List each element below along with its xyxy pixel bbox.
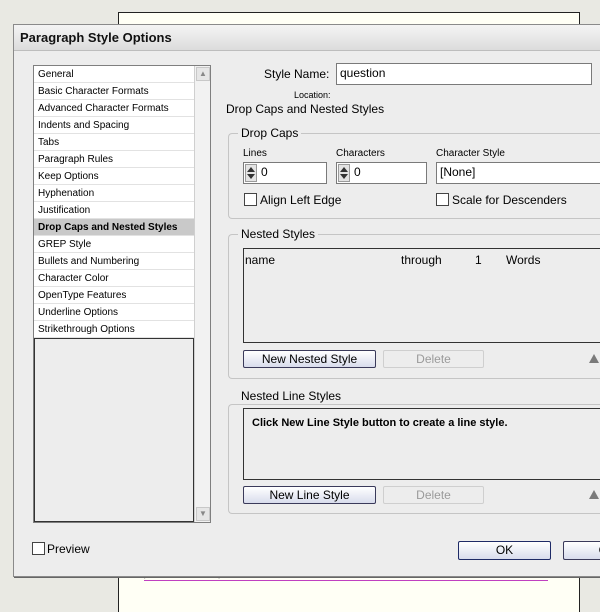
nested-style-name-cell[interactable]: name bbox=[245, 253, 275, 267]
category-item[interactable]: Paragraph Rules bbox=[34, 151, 194, 168]
category-item[interactable]: Drop Caps and Nested Styles bbox=[34, 219, 194, 236]
delete-line-style-button[interactable]: Delete bbox=[383, 486, 484, 504]
category-item[interactable]: Strikethrough Options bbox=[34, 321, 194, 338]
nested-style-count-cell[interactable]: 1 bbox=[475, 253, 482, 267]
cancel-button[interactable]: Ca bbox=[563, 541, 600, 560]
scale-for-descenders-label: Scale for Descenders bbox=[452, 193, 567, 207]
nested-styles-table: name through 1 Words bbox=[243, 248, 600, 343]
category-item[interactable]: Justification bbox=[34, 202, 194, 219]
category-list-empty-area bbox=[34, 338, 194, 522]
category-item[interactable]: Indents and Spacing bbox=[34, 117, 194, 134]
category-item[interactable]: Bullets and Numbering bbox=[34, 253, 194, 270]
section-title: Drop Caps and Nested Styles bbox=[226, 102, 385, 116]
preview-label: Preview bbox=[47, 542, 90, 556]
category-item[interactable]: Character Color bbox=[34, 270, 194, 287]
category-item[interactable]: Underline Options bbox=[34, 304, 194, 321]
character-style-label: Character Style bbox=[436, 148, 505, 159]
category-item[interactable]: Basic Character Formats bbox=[34, 83, 194, 100]
scroll-down-arrow-icon[interactable]: ▼ bbox=[196, 507, 210, 521]
style-name-input[interactable]: question bbox=[336, 63, 592, 85]
category-item[interactable]: Tabs bbox=[34, 134, 194, 151]
new-nested-style-button[interactable]: New Nested Style bbox=[243, 350, 376, 368]
category-list: General Basic Character Formats Advanced C… bbox=[33, 65, 211, 523]
move-up-arrow-icon[interactable] bbox=[589, 354, 599, 363]
category-list-scrollbar[interactable]: ▲ ▼ bbox=[194, 66, 210, 522]
lines-input[interactable]: 0 bbox=[243, 162, 327, 184]
category-item[interactable]: Advanced Character Formats bbox=[34, 100, 194, 117]
lines-label: Lines bbox=[243, 148, 267, 159]
align-left-edge-label: Align Left Edge bbox=[260, 193, 342, 207]
characters-stepper-icon[interactable] bbox=[338, 164, 350, 182]
category-item[interactable]: GREP Style bbox=[34, 236, 194, 253]
lines-value: 0 bbox=[261, 165, 268, 179]
nested-line-styles-table: Click New Line Style button to create a … bbox=[243, 408, 600, 480]
drop-caps-title: Drop Caps bbox=[238, 126, 302, 140]
dialog-title: Paragraph Style Options bbox=[20, 30, 172, 45]
lines-stepper-icon[interactable] bbox=[245, 164, 257, 182]
location-label: Location: bbox=[294, 90, 331, 100]
nested-styles-title: Nested Styles bbox=[238, 227, 319, 241]
preview-checkbox[interactable] bbox=[32, 542, 45, 555]
category-item[interactable]: Hyphenation bbox=[34, 185, 194, 202]
delete-nested-style-button[interactable]: Delete bbox=[383, 350, 484, 368]
nested-style-through-cell[interactable]: through bbox=[401, 253, 442, 267]
style-name-label: Style Name: bbox=[264, 67, 330, 81]
nested-line-styles-title: Nested Line Styles bbox=[238, 389, 345, 403]
category-item[interactable]: OpenType Features bbox=[34, 287, 194, 304]
align-left-edge-checkbox[interactable] bbox=[244, 193, 257, 206]
characters-value: 0 bbox=[354, 165, 361, 179]
nested-style-unit-cell[interactable]: Words bbox=[506, 253, 540, 267]
category-item[interactable]: General bbox=[34, 66, 194, 83]
category-item[interactable]: Keep Options bbox=[34, 168, 194, 185]
characters-input[interactable]: 0 bbox=[336, 162, 427, 184]
new-line-style-button[interactable]: New Line Style bbox=[243, 486, 376, 504]
paragraph-style-options-dialog: Paragraph Style Options General Basic Cha… bbox=[13, 24, 600, 577]
characters-label: Characters bbox=[336, 148, 385, 159]
move-line-style-up-arrow-icon[interactable] bbox=[589, 490, 599, 499]
scale-for-descenders-checkbox[interactable] bbox=[436, 193, 449, 206]
scroll-up-arrow-icon[interactable]: ▲ bbox=[196, 67, 210, 81]
dialog-titlebar[interactable]: Paragraph Style Options bbox=[14, 25, 600, 51]
nested-line-styles-info: Click New Line Style button to create a … bbox=[252, 417, 508, 429]
character-style-select[interactable]: [None] bbox=[436, 162, 600, 184]
ok-button[interactable]: OK bbox=[458, 541, 551, 560]
